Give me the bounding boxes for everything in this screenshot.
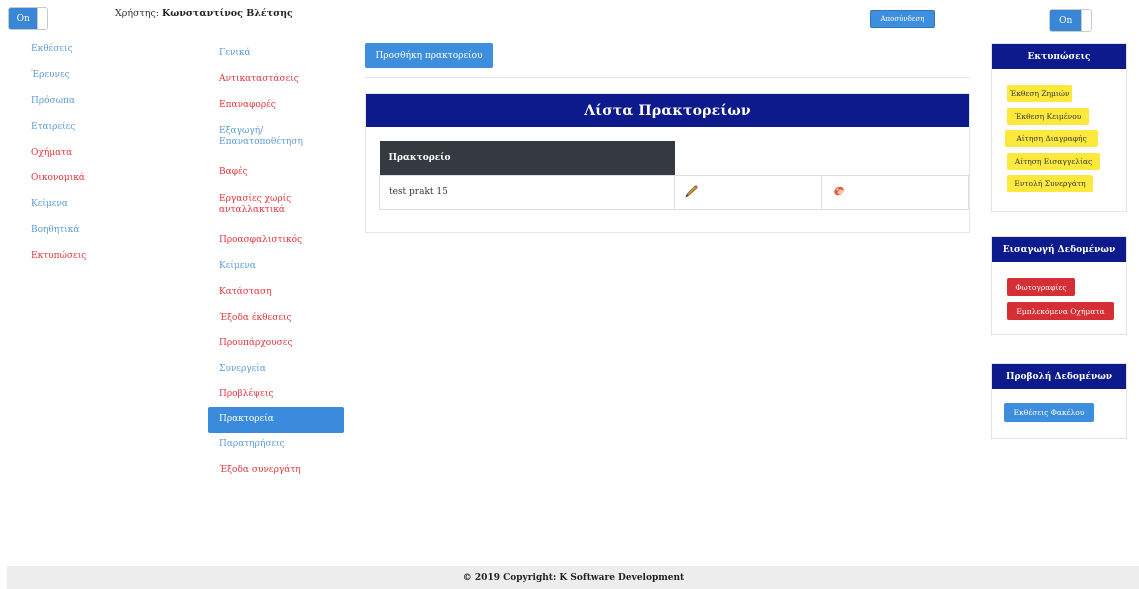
delete-cell <box>821 174 969 210</box>
nav-item-texts[interactable]: Κείμενα <box>31 199 86 225</box>
add-agency-button[interactable]: Προσθήκη πρακτορείου <box>365 43 493 68</box>
nav-item-auxiliary[interactable]: Βοηθητικά <box>31 225 86 251</box>
subnav-item-pre-insurance[interactable]: Προασφαλιστικός <box>208 235 344 246</box>
toggle-knob <box>37 8 47 29</box>
nav-item-reports[interactable]: Εκθέσεις <box>31 44 86 70</box>
prints-panel-title: Εκτυπώσεις <box>992 44 1126 69</box>
nav-item-companies[interactable]: Εταιρείες <box>31 122 86 148</box>
subnav-item-replacements[interactable]: Αντικαταστάσεις <box>208 74 344 85</box>
folder-reports-button[interactable]: Εκθέσεις Φακέλου <box>1004 403 1094 422</box>
subnav-item-status[interactable]: Κατάσταση <box>208 287 344 298</box>
nav-item-persons[interactable]: Πρόσωπα <box>31 96 86 122</box>
agencies-list-panel: Λίστα Πρακτορείων Πρακτορείο test prakt … <box>365 93 970 233</box>
toggle-switch-right[interactable]: On <box>1049 9 1092 32</box>
divider <box>365 77 970 78</box>
logout-button[interactable]: Αποσύνδεση <box>870 10 935 28</box>
data-view-panel-title: Προβολή Δεδομένων <box>992 364 1126 389</box>
prints-panel: Εκτυπώσεις Έκθεση Ζημιών Έκθεση Κειμένου… <box>991 43 1127 212</box>
toggle-knob <box>1081 10 1091 31</box>
nav-item-vehicles[interactable]: Οχήματα <box>31 148 86 174</box>
user-prefix: Χρήστης: <box>115 8 159 19</box>
subnav-item-report-expenses[interactable]: Έξοδα έκθεσεις <box>208 313 344 324</box>
column-header-agency: Πρακτορείο <box>379 141 675 175</box>
agency-name-cell: test prakt 15 <box>378 174 676 210</box>
deletion-request-button[interactable]: Αίτηση Διαγραφής <box>1005 130 1098 147</box>
main-nav: Εκθέσεις Έρευνες Πρόσωπα Εταιρείες Οχήμα… <box>31 44 86 277</box>
data-import-panel-title: Εισαγωγή Δεδομένων <box>992 237 1126 262</box>
data-view-panel: Προβολή Δεδομένων Εκθέσεις Φακέλου <box>991 363 1127 439</box>
subnav-item-provisions[interactable]: Προβλέψεις <box>208 389 344 400</box>
nav-item-prints[interactable]: Εκτυπώσεις <box>31 251 86 277</box>
subnav-item-garages[interactable]: Συνεργεία <box>208 364 344 375</box>
toggle-on-label: On <box>1050 10 1082 31</box>
footer-copyright: © 2019 Copyright: K Software Development <box>7 566 1139 589</box>
subnav-item-general[interactable]: Γενικά <box>208 48 344 59</box>
photos-button[interactable]: Φωτογραφίες <box>1007 278 1075 296</box>
subnav-item-partner-expenses[interactable]: Έξοδα συνεργάτη <box>208 465 344 476</box>
partner-order-button[interactable]: Εντολή Συνεργάτη <box>1007 175 1093 192</box>
subnav-item-labor-no-parts[interactable]: Εργασίες χωρίς ανταλλακτικά <box>208 194 318 216</box>
column-header-actions <box>675 141 969 175</box>
table-header-row: Πρακτορείο <box>379 141 969 175</box>
involved-vehicles-button[interactable]: Εμπλεκόμενα Οχήματα <box>1007 302 1114 320</box>
nav-item-financials[interactable]: Οικονομικά <box>31 173 86 199</box>
pencil-icon[interactable] <box>685 184 699 201</box>
damage-report-button[interactable]: Έκθεση Ζημιών <box>1007 85 1072 102</box>
agencies-table: Πρακτορείο test prakt 15 <box>378 141 969 210</box>
subnav-item-preexisting[interactable]: Προυπάρχουσες <box>208 338 344 349</box>
subnav-item-remarks[interactable]: Παρατηρήσεις <box>208 439 344 450</box>
data-import-panel: Εισαγωγή Δεδομένων Φωτογραφίες Εμπλεκόμε… <box>991 236 1127 335</box>
toggle-on-label: On <box>9 8 38 29</box>
current-user: Χρήστης: Κωνσταντίνος Βλέτσης <box>115 8 293 19</box>
toggle-switch-left[interactable]: On <box>8 7 48 30</box>
subnav-item-paints[interactable]: Βαφές <box>208 167 344 178</box>
subnav-item-removal-refit[interactable]: Εξαγωγή/ Επανατοποθέτηση <box>208 126 318 148</box>
subnav-item-texts[interactable]: Κείμενα <box>208 261 344 272</box>
prosecution-request-button[interactable]: Αίτηση Εισαγγελίας <box>1007 153 1100 170</box>
user-name: Κωνσταντίνος Βλέτσης <box>162 8 293 19</box>
eraser-icon[interactable] <box>832 184 846 201</box>
subnav-item-agencies[interactable]: Πρακτορεία <box>208 407 344 433</box>
subnav-item-restorations[interactable]: Επαναφορές <box>208 100 344 111</box>
text-report-button[interactable]: Έκθεση Κειμένου <box>1007 108 1089 125</box>
table-row: test prakt 15 <box>378 174 969 210</box>
edit-cell <box>674 174 822 210</box>
list-title: Λίστα Πρακτορείων <box>366 94 969 127</box>
nav-item-investigations[interactable]: Έρευνες <box>31 70 86 96</box>
